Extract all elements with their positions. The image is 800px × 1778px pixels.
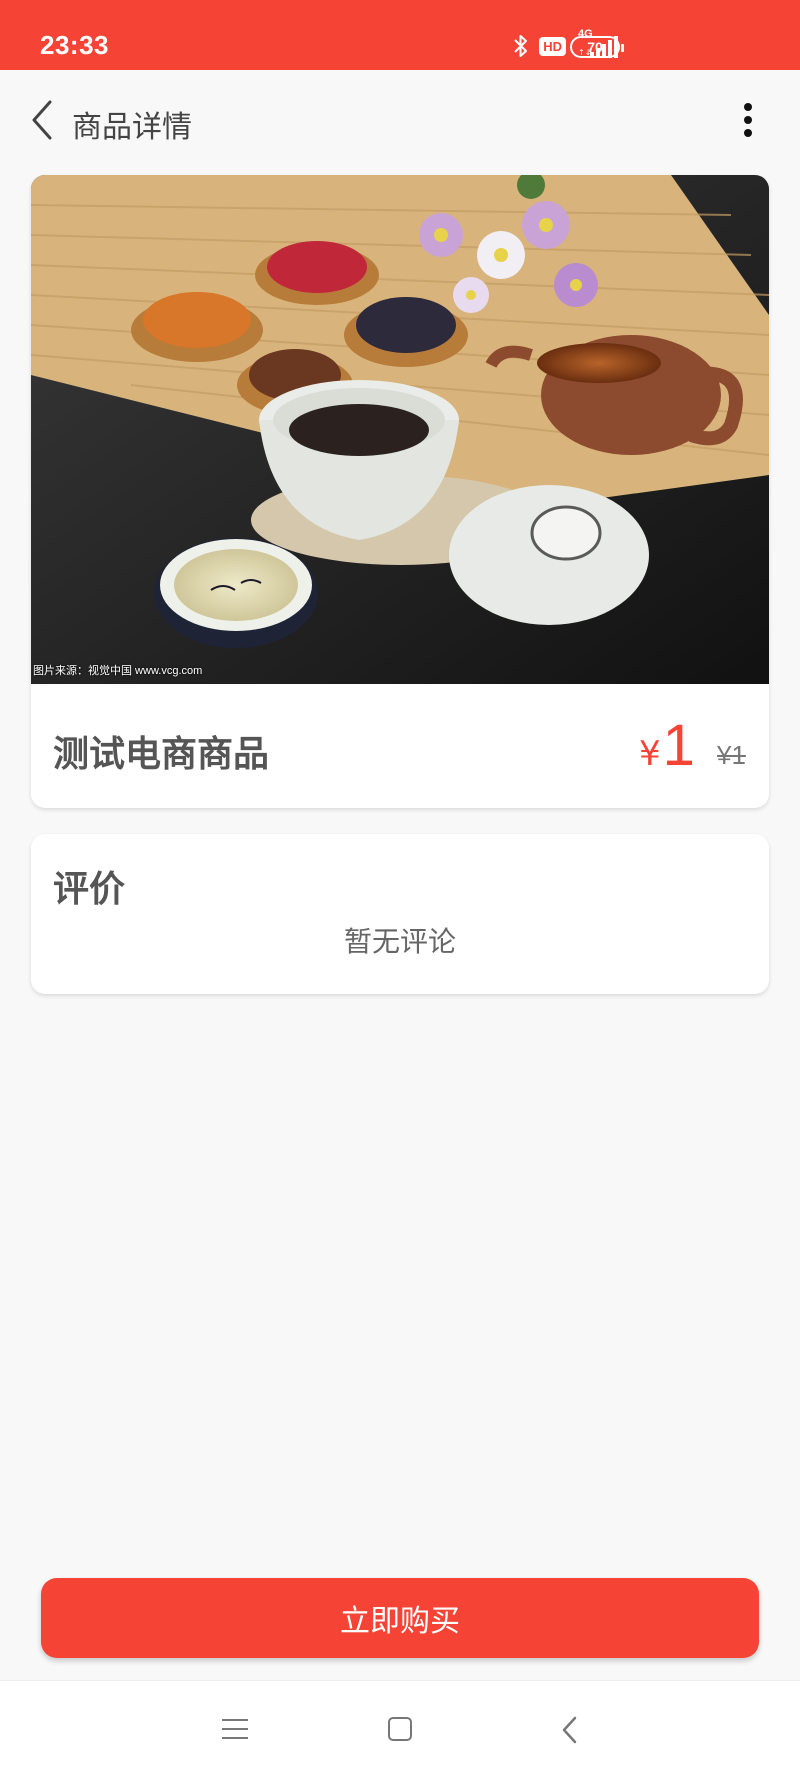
battery-icon: 70 <box>570 36 624 58</box>
chevron-left-icon <box>32 100 52 140</box>
status-bar: 23:33 HD 4G ↑↓ 70 <box>0 0 800 70</box>
image-credit: 图片来源：视觉中国 www.vcg.com <box>33 665 203 677</box>
product-price: ¥ 1 <box>639 712 695 779</box>
price-value: 1 <box>662 713 695 778</box>
home-icon[interactable] <box>388 1717 412 1741</box>
more-vertical-icon-dot <box>744 129 752 137</box>
page-title: 商品详情 <box>72 110 192 145</box>
system-nav-bar <box>0 1680 800 1778</box>
menu-icon[interactable] <box>222 1719 248 1741</box>
status-time: 23:33 <box>40 30 109 60</box>
price-currency: ¥ <box>639 734 661 774</box>
product-image[interactable] <box>31 175 769 684</box>
hd-icon: HD <box>539 36 566 56</box>
original-price: ¥1 <box>717 740 746 770</box>
bluetooth-icon <box>513 33 529 59</box>
more-button[interactable] <box>735 100 761 140</box>
review-title: 评价 <box>53 869 126 910</box>
battery-level: 70 <box>587 39 603 55</box>
back-button[interactable] <box>28 98 58 142</box>
more-vertical-icon-dot <box>744 103 752 111</box>
review-empty-text: 暂无评论 <box>343 925 456 958</box>
review-card: 评价 暂无评论 <box>31 834 769 994</box>
buy-now-button[interactable]: 立即购买 <box>41 1578 759 1658</box>
more-vertical-icon-dot <box>744 116 752 124</box>
product-card[interactable]: 图片来源：视觉中国 www.vcg.com 测试电商商品 ¥ 1 ¥1 <box>31 175 769 808</box>
product-name: 测试电商商品 <box>53 734 270 775</box>
page-header: 商品详情 <box>0 70 800 174</box>
battery-nub <box>621 44 624 52</box>
back-icon[interactable] <box>560 1715 580 1745</box>
